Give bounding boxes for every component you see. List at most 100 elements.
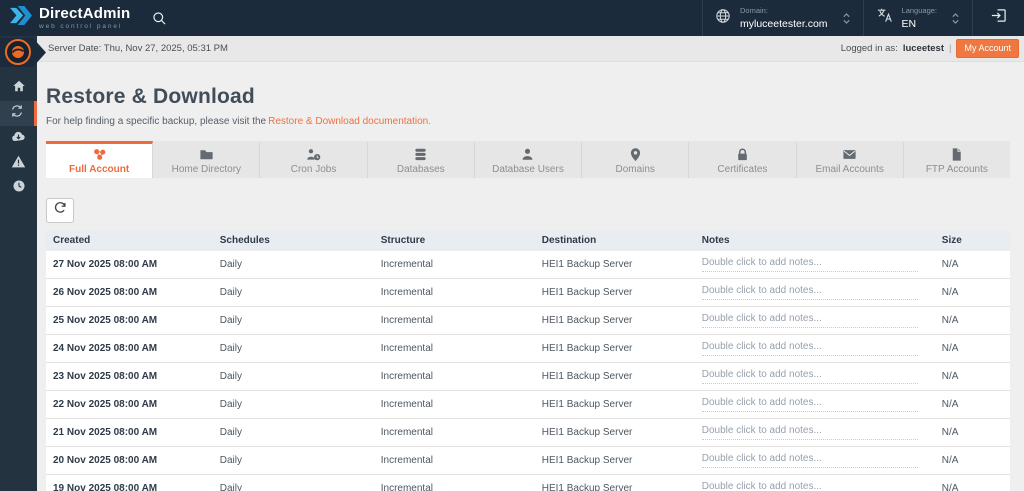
domain-label: Domain: [740,6,768,16]
lock-icon [735,147,750,161]
status-bar: Server Date: Thu, Nov 27, 2025, 05:31 PM… [0,36,1024,62]
table-row[interactable]: 27 Nov 2025 08:00 AM Daily Incremental H… [46,251,1010,279]
row-size: N/A [941,343,959,354]
tab-email-accounts[interactable]: Email Accounts [796,141,904,178]
tab-domains[interactable]: Domains [582,141,690,178]
row-schedules: Daily [219,427,242,438]
notes-placeholder[interactable]: Double click to add notes... [701,453,919,468]
row-notes-field[interactable]: Double click to add notes... [695,397,935,412]
tab-ftp-accounts[interactable]: FTP Accounts [903,141,1010,178]
documentation-link[interactable]: Restore & Download documentation. [268,116,431,127]
column-header-structure: Structure [380,235,426,246]
row-notes-field[interactable]: Double click to add notes... [695,285,935,300]
warning-icon [11,154,26,174]
table-row[interactable]: 24 Nov 2025 08:00 AM Daily Incremental H… [46,335,1010,363]
notes-placeholder[interactable]: Double click to add notes... [702,481,919,491]
column-header-size: Size [941,235,962,246]
directadmin-logo-icon [9,5,32,31]
directadmin-brand[interactable]: DirectAdmin web control panel [0,5,130,31]
row-schedules: Daily [219,259,242,270]
logged-in-label: Logged in as: [840,43,898,54]
row-structure: Incremental [380,371,433,382]
backup-type-tabs: Full Account Home Directory Cron Jobs Da… [46,141,1010,178]
table-row[interactable]: 21 Nov 2025 08:00 AM Daily Incremental H… [46,419,1010,447]
table-row[interactable]: 26 Nov 2025 08:00 AM Daily Incremental H… [46,279,1010,307]
database-icon [413,147,428,161]
sidebar [0,36,46,491]
row-created: 23 Nov 2025 08:00 AM [53,371,158,382]
notes-placeholder[interactable]: Double click to add notes... [701,285,919,300]
globe-icon [715,8,731,29]
clock-icon [12,179,26,198]
backups-table: Created Schedules Structure Destination … [46,230,1010,491]
tab-home-directory[interactable]: Home Directory [153,141,261,178]
row-notes-field[interactable]: Double click to add notes... [695,341,935,356]
notes-placeholder[interactable]: Double click to add notes... [701,425,919,440]
notes-placeholder[interactable]: Double click to add notes... [701,257,919,272]
table-row[interactable]: 19 Nov 2025 08:00 AM Daily Incremental H… [46,475,1010,491]
notes-placeholder[interactable]: Double click to add notes... [701,341,919,356]
row-notes-field[interactable]: Double click to add notes... [695,313,935,328]
row-destination: HEI1 Backup Server [541,343,633,354]
notes-placeholder[interactable]: Double click to add notes... [701,397,919,412]
my-account-button[interactable]: My Account [956,39,1019,58]
tab-full-account[interactable]: Full Account [46,141,154,178]
column-header-notes: Notes [701,235,730,246]
notes-placeholder[interactable]: Double click to add notes... [701,369,919,384]
row-structure: Incremental [380,259,433,270]
username: luceetest [902,43,944,54]
row-size: N/A [941,315,959,326]
row-schedules: Daily [219,315,242,326]
row-created: 19 Nov 2025 08:00 AM [53,483,158,491]
sidebar-item-warnings[interactable] [0,151,37,176]
table-row[interactable]: 22 Nov 2025 08:00 AM Daily Incremental H… [46,391,1010,419]
divider: | [949,43,952,54]
notes-placeholder[interactable]: Double click to add notes... [701,313,919,328]
sidebar-item-history[interactable] [0,176,37,201]
lucee-avatar[interactable] [5,39,31,65]
sidebar-item-home[interactable] [0,76,37,101]
tab-label: Cron Jobs [290,164,337,175]
tab-label: FTP Accounts [925,164,988,175]
table-header-row: Created Schedules Structure Destination … [46,230,1010,251]
row-created: 20 Nov 2025 08:00 AM [53,455,158,466]
tab-certificates[interactable]: Certificates [689,141,797,178]
refresh-icon [53,201,67,220]
refresh-button[interactable] [46,198,74,223]
tab-label: Full Account [69,164,130,175]
row-structure: Incremental [380,343,433,354]
column-header-destination: Destination [541,235,597,246]
table-row[interactable]: 23 Nov 2025 08:00 AM Daily Incremental H… [46,363,1010,391]
row-structure: Incremental [380,287,433,298]
row-size: N/A [941,455,959,466]
row-schedules: Daily [219,483,242,491]
row-notes-field[interactable]: Double click to add notes... [695,481,935,491]
help-text: For help finding a specific backup, plea… [46,116,431,127]
folder-icon [199,147,214,161]
sidebar-item-restore[interactable] [0,101,37,126]
search-icon[interactable] [152,11,167,26]
tab-cron-jobs[interactable]: Cron Jobs [260,141,368,178]
cluster-icon [92,147,107,161]
tab-database-users[interactable]: Database Users [474,141,583,178]
tab-databases[interactable]: Databases [367,141,475,178]
logout-icon [990,7,1007,29]
row-destination: HEI1 Backup Server [541,399,633,410]
language-selector[interactable]: Language: EN [862,0,972,36]
row-notes-field[interactable]: Double click to add notes... [695,369,935,384]
row-structure: Incremental [380,483,433,491]
row-created: 24 Nov 2025 08:00 AM [53,343,158,354]
table-row[interactable]: 20 Nov 2025 08:00 AM Daily Incremental H… [46,447,1010,475]
logout-button[interactable] [972,0,1024,36]
row-notes-field[interactable]: Double click to add notes... [695,425,935,440]
row-created: 26 Nov 2025 08:00 AM [53,287,158,298]
sidebar-item-downloads[interactable] [0,126,37,151]
tab-label: Certificates [717,164,768,175]
row-notes-field[interactable]: Double click to add notes... [695,453,935,468]
row-destination: HEI1 Backup Server [541,259,633,270]
table-body: 27 Nov 2025 08:00 AM Daily Incremental H… [46,251,1010,491]
row-notes-field[interactable]: Double click to add notes... [695,257,935,272]
domain-selector[interactable]: Domain: myluceetester.com [702,0,863,36]
row-destination: HEI1 Backup Server [541,483,633,491]
table-row[interactable]: 25 Nov 2025 08:00 AM Daily Incremental H… [46,307,1010,335]
